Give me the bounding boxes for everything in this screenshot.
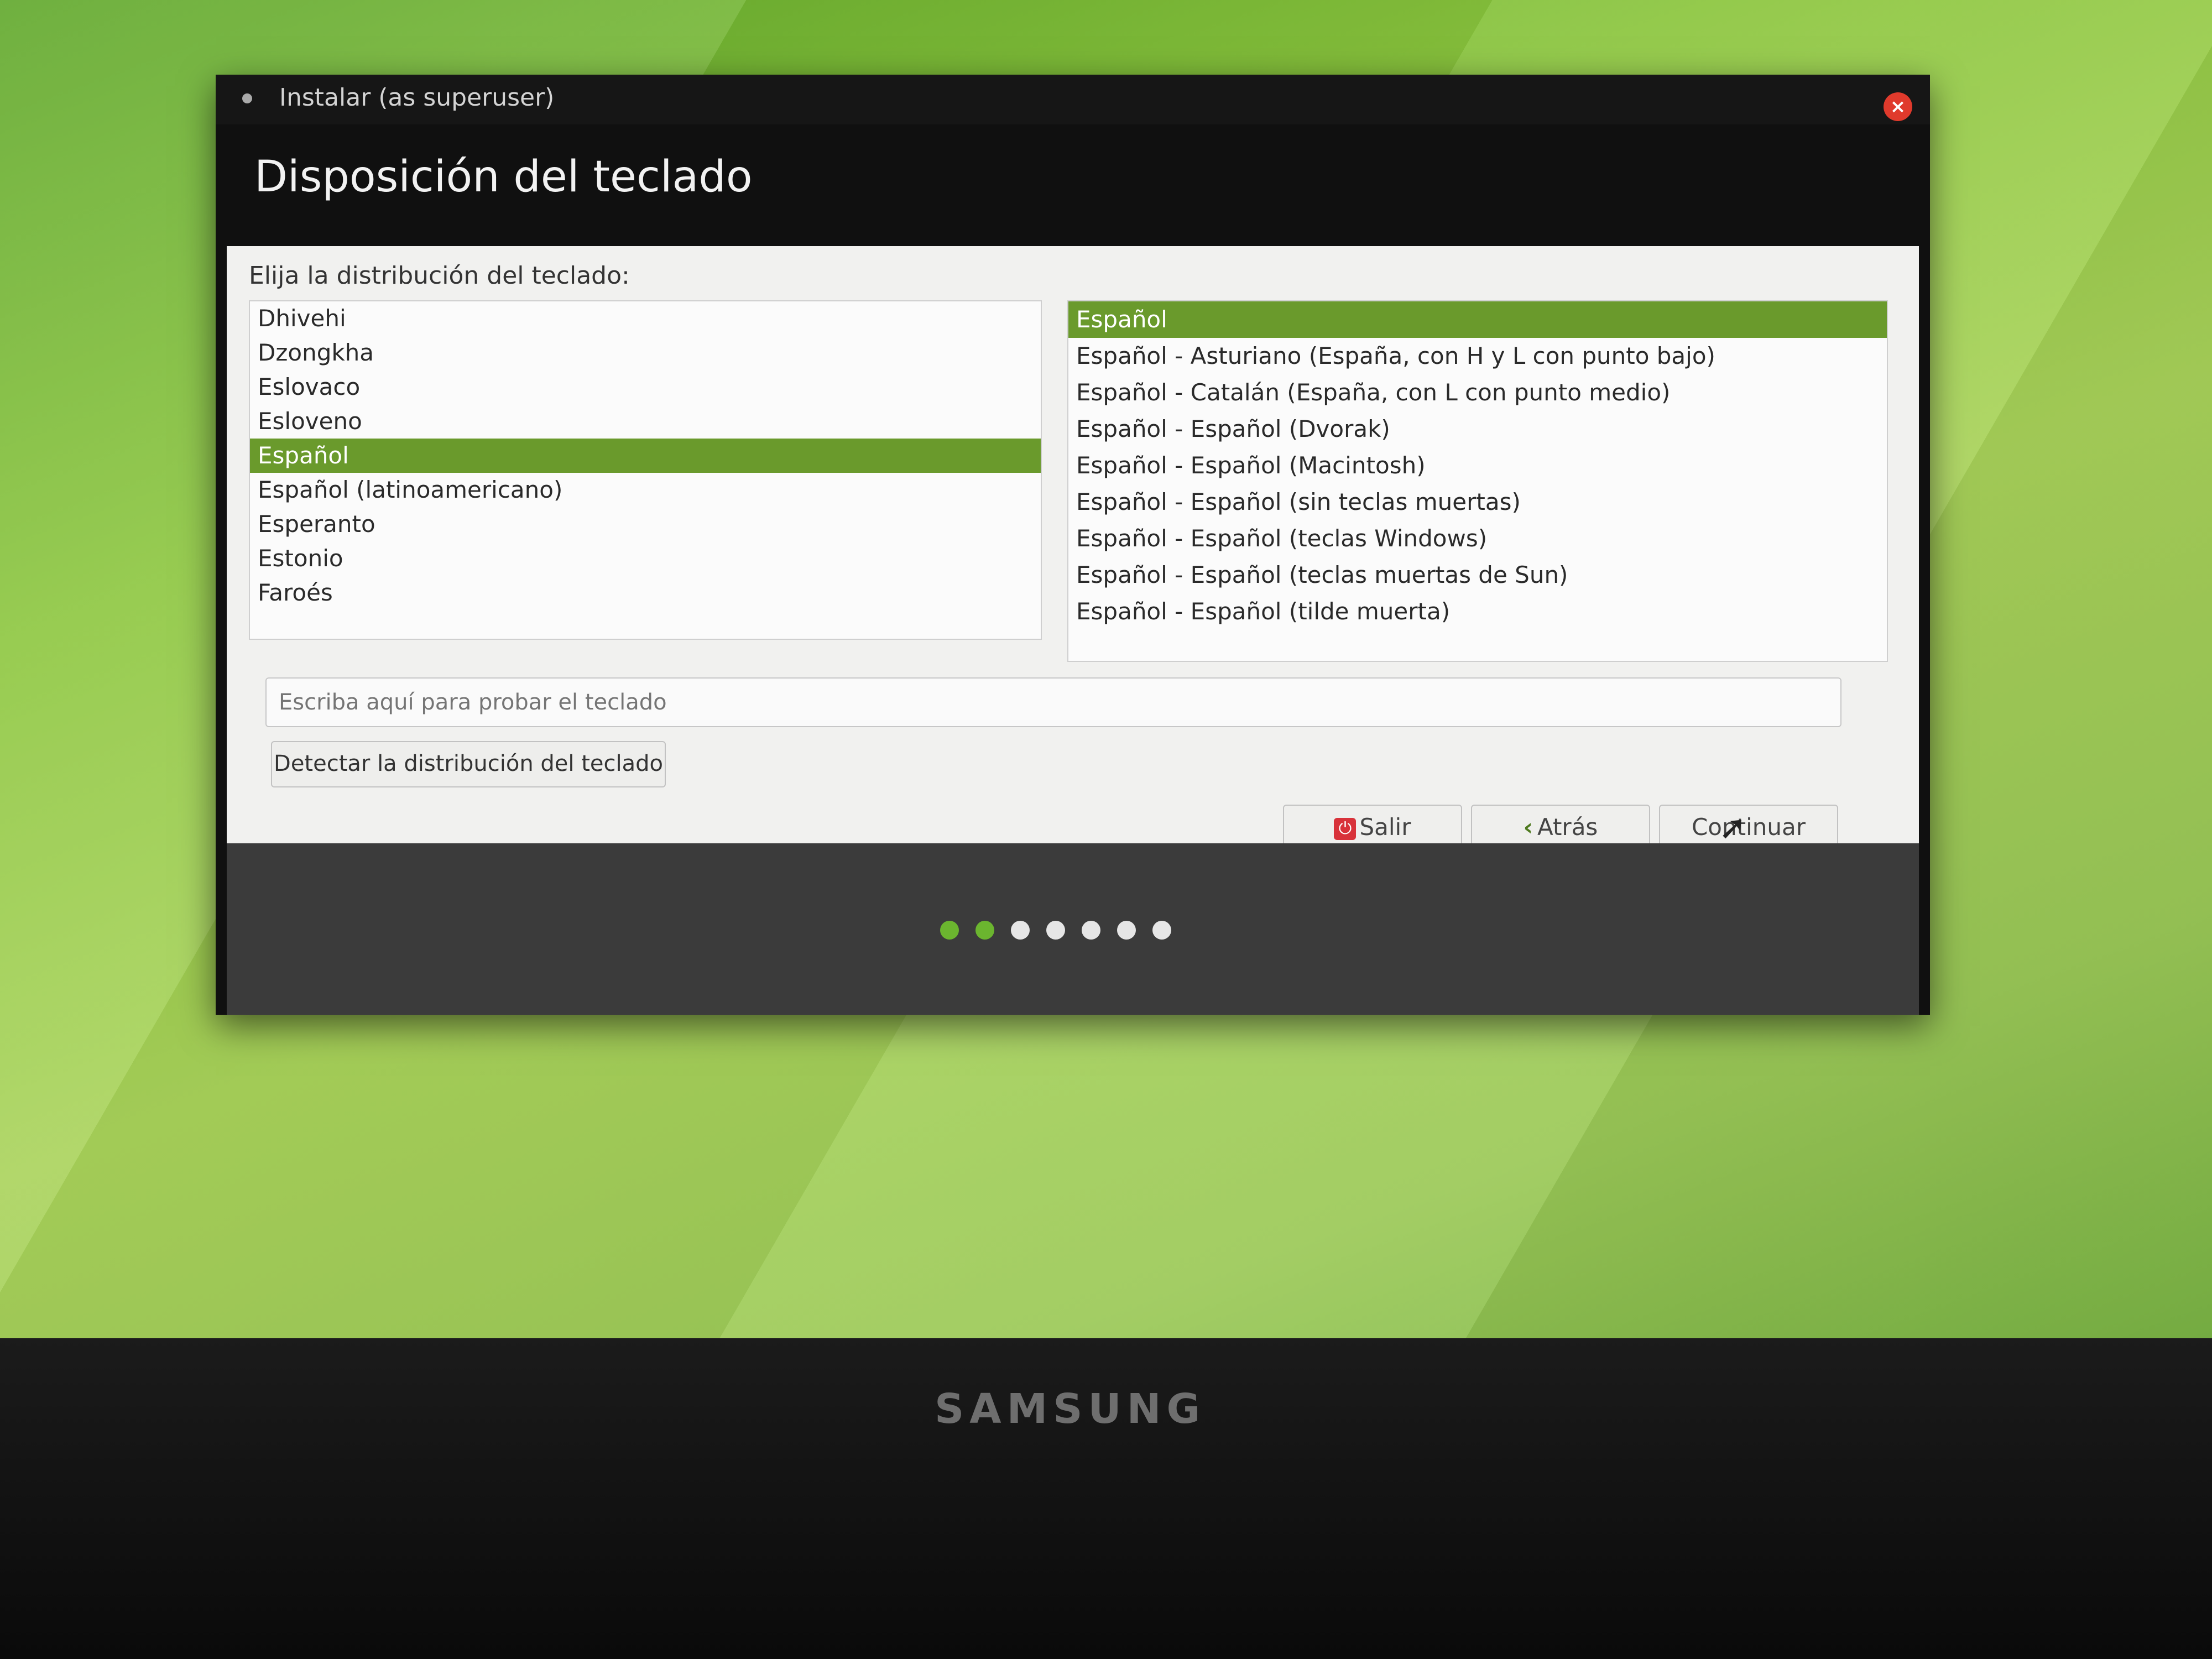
layout-item[interactable]: Esloveno: [250, 404, 1041, 439]
progress-footer: [227, 843, 1919, 1015]
variant-item[interactable]: Español - Español (teclas muertas de Sun…: [1068, 557, 1887, 593]
layout-item[interactable]: Dhivehi: [250, 301, 1041, 336]
chevron-left-icon: ‹: [1523, 813, 1533, 841]
monitor-bezel: SAMSUNG: [0, 1338, 2212, 1659]
page-title: Disposición del teclado: [254, 152, 753, 202]
variant-item[interactable]: Español - Catalán (España, con L con pun…: [1068, 374, 1887, 411]
layout-list[interactable]: Dhivehi Dzongkha Eslovaco Esloveno Españ…: [249, 300, 1042, 640]
back-label: Atrás: [1537, 813, 1598, 841]
window-titlebar: Instalar (as superuser) ×: [216, 75, 1930, 124]
progress-dot: [940, 921, 959, 940]
progress-dot: [1082, 921, 1100, 940]
layout-item[interactable]: Eslovaco: [250, 370, 1041, 404]
progress-dot: [1152, 921, 1171, 940]
close-button[interactable]: ×: [1884, 92, 1912, 121]
layout-prompt: Elija la distribución del teclado:: [249, 262, 630, 290]
layout-item[interactable]: Faroés: [250, 576, 1041, 610]
progress-dot: [1011, 921, 1030, 940]
variant-item-selected[interactable]: Español: [1068, 301, 1887, 338]
variant-item[interactable]: Español - Asturiano (España, con H y L c…: [1068, 338, 1887, 374]
progress-dots: [940, 921, 1171, 940]
content-panel: Elija la distribución del teclado: Dhive…: [227, 246, 1919, 851]
installer-window: Instalar (as superuser) × Disposición de…: [216, 75, 1930, 1015]
variant-item[interactable]: Español - Español (tilde muerta): [1068, 593, 1887, 630]
variant-item[interactable]: Español - Español (teclas Windows): [1068, 520, 1887, 557]
window-menu-icon[interactable]: [242, 93, 252, 103]
mouse-pointer-icon: ➚: [1719, 808, 1747, 847]
monitor-brand-logo: SAMSUNG: [935, 1385, 1206, 1433]
layout-item-selected[interactable]: Español: [250, 439, 1041, 473]
desktop-background: Instalar (as superuser) × Disposición de…: [0, 0, 2212, 1338]
layout-item[interactable]: Dzongkha: [250, 336, 1041, 370]
layout-item[interactable]: Estonio: [250, 541, 1041, 576]
layout-item[interactable]: Español (latinoamericano): [250, 473, 1041, 507]
window-title: Instalar (as superuser): [279, 84, 555, 112]
progress-dot: [1117, 921, 1136, 940]
variant-item[interactable]: Español - Español (Dvorak): [1068, 411, 1887, 447]
variant-item[interactable]: Español - Español (sin teclas muertas): [1068, 484, 1887, 520]
detect-layout-button[interactable]: Detectar la distribución del teclado: [271, 741, 666, 787]
variant-list[interactable]: Español Español - Asturiano (España, con…: [1067, 300, 1888, 662]
keyboard-test-input[interactable]: [265, 677, 1841, 727]
quit-label: Salir: [1359, 813, 1411, 841]
power-icon: ⏻: [1334, 817, 1357, 840]
progress-dot: [975, 921, 994, 940]
layout-item[interactable]: Esperanto: [250, 507, 1041, 541]
progress-dot: [1046, 921, 1065, 940]
variant-item[interactable]: Español - Español (Macintosh): [1068, 447, 1887, 484]
